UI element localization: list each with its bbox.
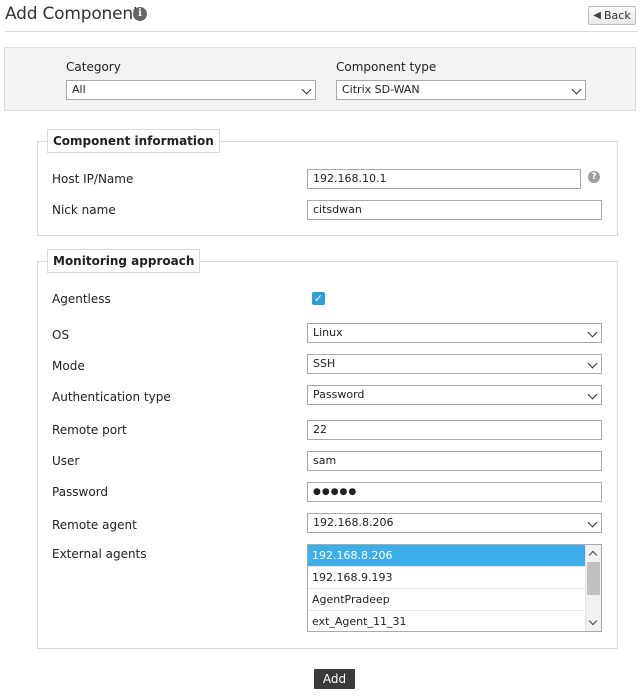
chevron-down-icon[interactable]: [588, 616, 598, 626]
password-label: Password: [52, 485, 109, 499]
remote-agent-select[interactable]: 192.168.8.206: [307, 513, 602, 533]
remote-port-label: Remote port: [52, 423, 127, 437]
info-icon[interactable]: i: [133, 7, 147, 21]
monitoring-legend: Monitoring approach: [47, 249, 201, 273]
chevron-down-icon: [587, 327, 598, 338]
chevron-down-icon: [301, 84, 312, 95]
os-select-value: Linux: [313, 326, 343, 339]
list-item[interactable]: 192.168.9.193: [308, 567, 601, 589]
header-divider: [5, 31, 638, 32]
component-type-select-value: Citrix SD-WAN: [342, 83, 420, 96]
chevron-down-icon: [587, 358, 598, 369]
agentless-checkbox[interactable]: ✓: [312, 292, 325, 305]
remote-agent-label: Remote agent: [52, 518, 137, 532]
external-agents-label: External agents: [52, 547, 147, 561]
list-item[interactable]: 192.168.8.206: [308, 545, 601, 567]
host-input-value: 192.168.10.1: [313, 172, 387, 185]
back-arrow-icon: ◀: [593, 10, 601, 21]
os-label: OS: [52, 328, 70, 342]
password-input-value: ●●●●●: [313, 487, 358, 497]
external-agents-listbox[interactable]: 192.168.8.206 192.168.9.193 AgentPradeep…: [307, 544, 602, 632]
agentless-label: Agentless: [52, 292, 111, 306]
host-label: Host IP/Name: [52, 172, 134, 186]
auth-type-select-value: Password: [313, 388, 365, 401]
component-info-legend: Component information: [47, 129, 220, 153]
category-label: Category: [66, 60, 121, 74]
password-input[interactable]: ●●●●●: [307, 482, 602, 502]
mode-select-value: SSH: [313, 357, 336, 370]
filter-panel: [4, 47, 636, 111]
nick-name-label: Nick name: [52, 203, 116, 217]
scrollbar-thumb[interactable]: [587, 562, 600, 595]
remote-port-input[interactable]: 22: [307, 420, 602, 440]
mode-select[interactable]: SSH: [307, 354, 602, 374]
page-title: Add Component: [5, 4, 140, 24]
help-icon[interactable]: ?: [588, 171, 600, 183]
back-button-label: Back: [603, 9, 631, 22]
back-button[interactable]: ◀ Back: [588, 6, 636, 25]
category-select-value: All: [72, 83, 86, 96]
os-select[interactable]: Linux: [307, 323, 602, 343]
category-select[interactable]: All: [66, 80, 316, 100]
listbox-scrollbar[interactable]: [585, 545, 601, 631]
list-item[interactable]: AgentPradeep: [308, 589, 601, 611]
chevron-down-icon: [571, 84, 582, 95]
add-button[interactable]: Add: [314, 669, 355, 689]
user-input-value: sam: [313, 454, 337, 467]
nick-name-input[interactable]: citsdwan: [307, 200, 602, 220]
auth-type-select[interactable]: Password: [307, 385, 602, 405]
user-label: User: [52, 454, 80, 468]
list-item[interactable]: ext_Agent_11_31: [308, 611, 601, 631]
user-input[interactable]: sam: [307, 451, 602, 471]
chevron-down-icon: [587, 517, 598, 528]
nick-name-input-value: citsdwan: [313, 203, 362, 216]
remote-agent-select-value: 192.168.8.206: [313, 516, 394, 529]
component-type-select[interactable]: Citrix SD-WAN: [336, 80, 586, 100]
host-input[interactable]: 192.168.10.1: [307, 169, 581, 189]
remote-port-input-value: 22: [313, 423, 327, 436]
component-type-label: Component type: [336, 60, 437, 74]
chevron-down-icon: [587, 389, 598, 400]
auth-type-label: Authentication type: [52, 390, 171, 404]
mode-label: Mode: [52, 359, 85, 373]
chevron-up-icon[interactable]: [588, 550, 598, 560]
